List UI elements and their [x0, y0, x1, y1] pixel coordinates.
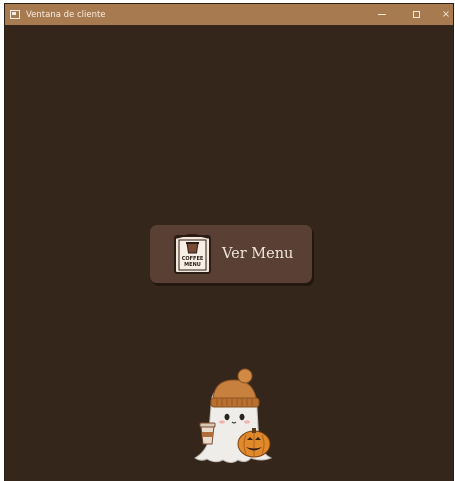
maximize-button[interactable] [399, 4, 433, 25]
ghost-mascot-illustration [191, 366, 277, 466]
title-bar[interactable]: Ventana de cliente × [5, 4, 453, 25]
coffee-menu-icon: COFFEE MENU [174, 233, 212, 274]
window-title: Ventana de cliente [26, 9, 106, 20]
view-menu-button[interactable]: COFFEE MENU Ver Menu [150, 225, 312, 283]
minimize-icon [378, 14, 386, 15]
app-window-icon [10, 10, 20, 19]
menu-icon-text-line2: MENU [184, 262, 201, 268]
minimize-button[interactable] [365, 4, 399, 25]
client-window: Ventana de cliente × COFFEE MENU Ver Men… [5, 4, 453, 481]
maximize-icon [412, 11, 420, 18]
view-menu-label: Ver Menu [222, 246, 294, 262]
close-icon: × [441, 9, 451, 20]
close-button[interactable]: × [429, 4, 453, 25]
